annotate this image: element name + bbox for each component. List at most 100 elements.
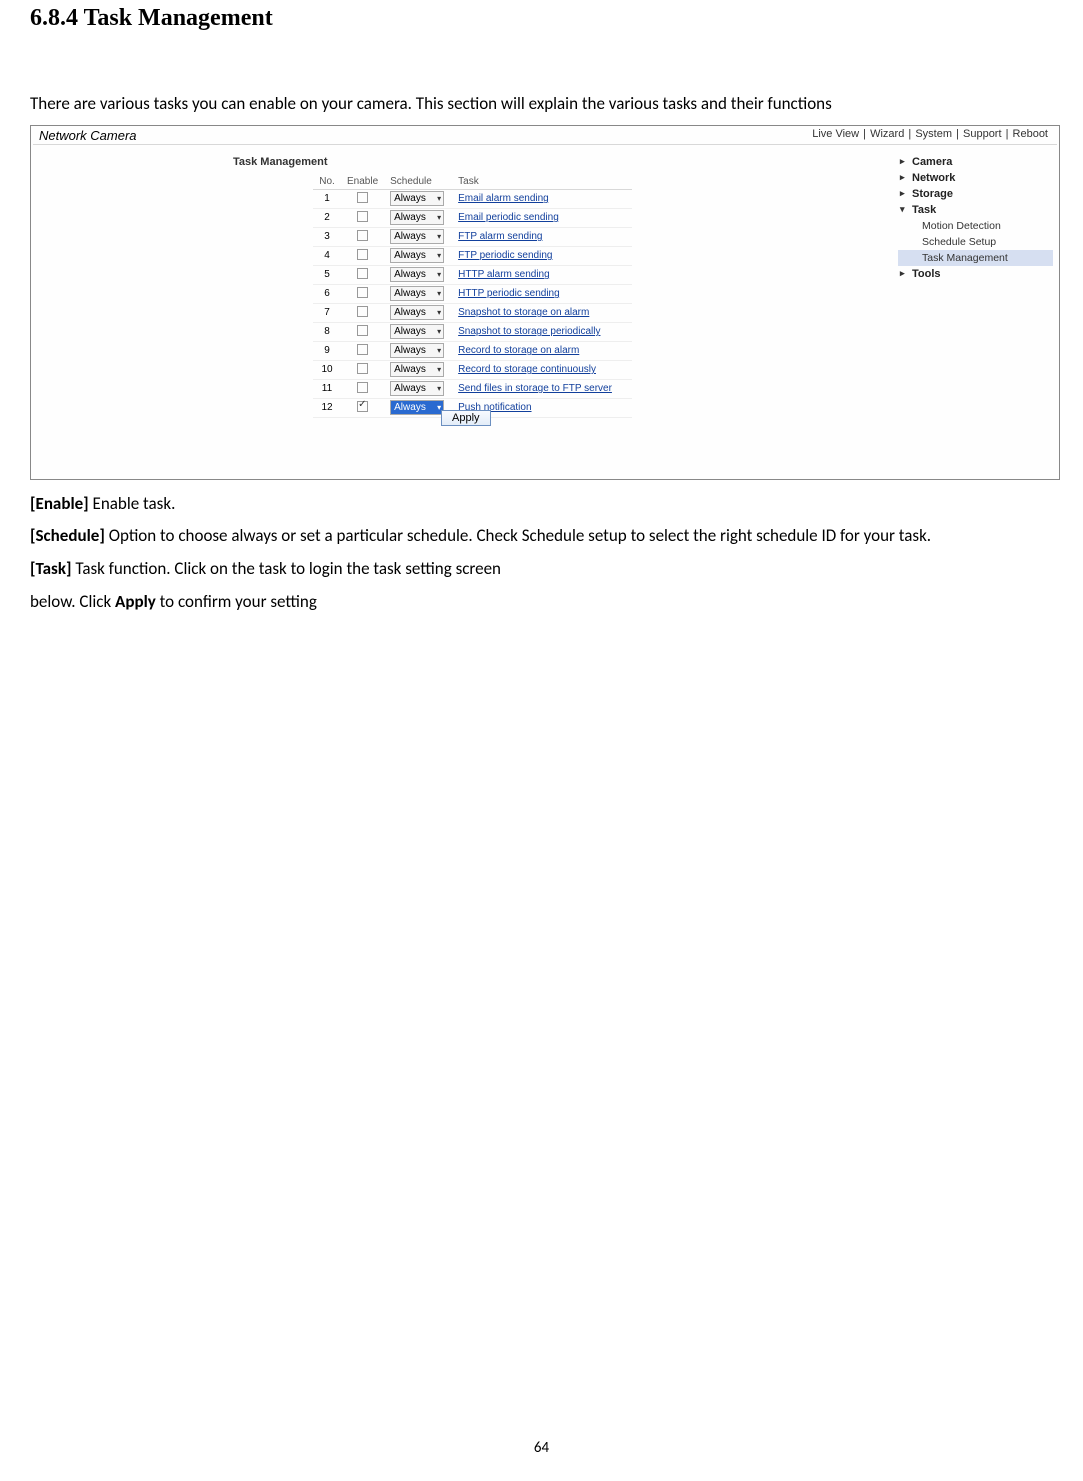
schedule-select[interactable]: Always	[390, 381, 444, 396]
cell-enable	[341, 398, 384, 417]
section-heading: 6.8.4 Task Management	[30, 5, 1053, 32]
def-below-text2: to confirm your setting	[156, 591, 317, 612]
task-link[interactable]: Send files in storage to FTP server	[458, 383, 612, 394]
def-below-bold: Apply	[115, 591, 156, 612]
def-schedule: [Schedule] Option to choose always or se…	[30, 524, 1053, 549]
sidebar-item-task[interactable]: Task	[898, 202, 1053, 218]
cell-enable	[341, 227, 384, 246]
task-link[interactable]: Record to storage on alarm	[458, 345, 579, 356]
cell-schedule: Always	[384, 208, 452, 227]
cell-enable	[341, 379, 384, 398]
schedule-select[interactable]: Always	[390, 248, 444, 263]
schedule-select[interactable]: Always	[390, 400, 444, 415]
sidebar-item-tools[interactable]: Tools	[898, 266, 1053, 282]
task-table: No. Enable Schedule Task 1AlwaysEmail al…	[313, 174, 632, 418]
cell-no: 7	[313, 303, 341, 322]
cell-schedule: Always	[384, 360, 452, 379]
schedule-select[interactable]: Always	[390, 286, 444, 301]
cell-task: HTTP periodic sending	[452, 284, 632, 303]
schedule-select[interactable]: Always	[390, 229, 444, 244]
cell-enable	[341, 246, 384, 265]
app-title: Network Camera	[39, 128, 137, 143]
cell-no: 4	[313, 246, 341, 265]
cell-no: 3	[313, 227, 341, 246]
enable-checkbox[interactable]	[357, 363, 368, 374]
enable-checkbox[interactable]	[357, 382, 368, 393]
cell-no: 11	[313, 379, 341, 398]
task-link[interactable]: Snapshot to storage periodically	[458, 326, 600, 337]
enable-checkbox[interactable]	[357, 287, 368, 298]
screenshot-container: Network Camera Live View | Wizard | Syst…	[30, 125, 1060, 480]
sidebar-sub-motion-detection[interactable]: Motion Detection	[898, 218, 1053, 234]
enable-checkbox[interactable]	[357, 230, 368, 241]
nav-support[interactable]: Support	[963, 128, 1002, 140]
sidebar-sub-task-management[interactable]: Task Management	[898, 250, 1053, 266]
enable-checkbox[interactable]	[357, 249, 368, 260]
table-row: 3 Always FTP alarm sending	[313, 227, 632, 246]
cell-no: 1	[313, 189, 341, 208]
task-link[interactable]: Email alarm sending	[458, 193, 549, 204]
enable-checkbox[interactable]	[357, 325, 368, 336]
col-enable: Enable	[341, 174, 384, 190]
sidebar-item-camera[interactable]: Camera	[898, 154, 1053, 170]
panel-title: Task Management	[233, 156, 328, 168]
cell-schedule: Always	[384, 341, 452, 360]
cell-no: 8	[313, 322, 341, 341]
sidebar: Camera Network Storage Task Motion Detec…	[898, 154, 1053, 282]
task-link[interactable]: FTP alarm sending	[458, 231, 542, 242]
enable-checkbox[interactable]	[357, 268, 368, 279]
sidebar-item-storage[interactable]: Storage	[898, 186, 1053, 202]
intro-paragraph: There are various tasks you can enable o…	[30, 92, 1053, 117]
enable-checkbox[interactable]	[357, 306, 368, 317]
sidebar-item-network[interactable]: Network	[898, 170, 1053, 186]
task-link[interactable]: FTP periodic sending	[458, 250, 552, 261]
cell-enable	[341, 322, 384, 341]
cell-schedule: Always	[384, 284, 452, 303]
cell-no: 12	[313, 398, 341, 417]
def-task-label: [Task]	[30, 558, 72, 579]
nav-live-view[interactable]: Live View	[812, 128, 859, 140]
cell-task: FTP alarm sending	[452, 227, 632, 246]
def-enable-label: [Enable]	[30, 493, 89, 514]
task-link[interactable]: Email periodic sending	[458, 212, 559, 223]
schedule-select[interactable]: Always	[390, 267, 444, 282]
cell-task: Send files in storage to FTP server	[452, 379, 632, 398]
def-schedule-label: [Schedule]	[30, 525, 105, 546]
cell-enable	[341, 189, 384, 208]
cell-enable	[341, 265, 384, 284]
enable-checkbox[interactable]	[357, 192, 368, 203]
enable-checkbox[interactable]	[357, 401, 368, 412]
schedule-select[interactable]: Always	[390, 210, 444, 225]
enable-checkbox[interactable]	[357, 344, 368, 355]
table-row: 8 Always Snapshot to storage periodically	[313, 322, 632, 341]
nav-wizard[interactable]: Wizard	[870, 128, 904, 140]
task-link[interactable]: HTTP alarm sending	[458, 269, 550, 280]
schedule-select[interactable]: Always	[390, 305, 444, 320]
cell-schedule: Always	[384, 227, 452, 246]
apply-button[interactable]: Apply	[441, 410, 491, 426]
sidebar-sub-schedule-setup[interactable]: Schedule Setup	[898, 234, 1053, 250]
cell-schedule: Always	[384, 379, 452, 398]
nav-system[interactable]: System	[915, 128, 952, 140]
cell-no: 6	[313, 284, 341, 303]
cell-no: 9	[313, 341, 341, 360]
schedule-select[interactable]: Always	[390, 362, 444, 377]
cell-enable	[341, 208, 384, 227]
def-below-text1: below. Click	[30, 591, 115, 612]
cell-enable	[341, 284, 384, 303]
enable-checkbox[interactable]	[357, 211, 368, 222]
task-link[interactable]: HTTP periodic sending	[458, 288, 560, 299]
schedule-select[interactable]: Always	[390, 343, 444, 358]
def-schedule-text: Option to choose always or set a particu…	[105, 525, 931, 546]
schedule-select[interactable]: Always	[390, 191, 444, 206]
task-link[interactable]: Snapshot to storage on alarm	[458, 307, 589, 318]
task-link[interactable]: Record to storage continuously	[458, 364, 596, 375]
cell-no: 5	[313, 265, 341, 284]
col-no: No.	[313, 174, 341, 190]
cell-task: Snapshot to storage on alarm	[452, 303, 632, 322]
cell-no: 2	[313, 208, 341, 227]
nav-reboot[interactable]: Reboot	[1013, 128, 1048, 140]
cell-schedule: Always	[384, 303, 452, 322]
table-row: 7 Always Snapshot to storage on alarm	[313, 303, 632, 322]
schedule-select[interactable]: Always	[390, 324, 444, 339]
